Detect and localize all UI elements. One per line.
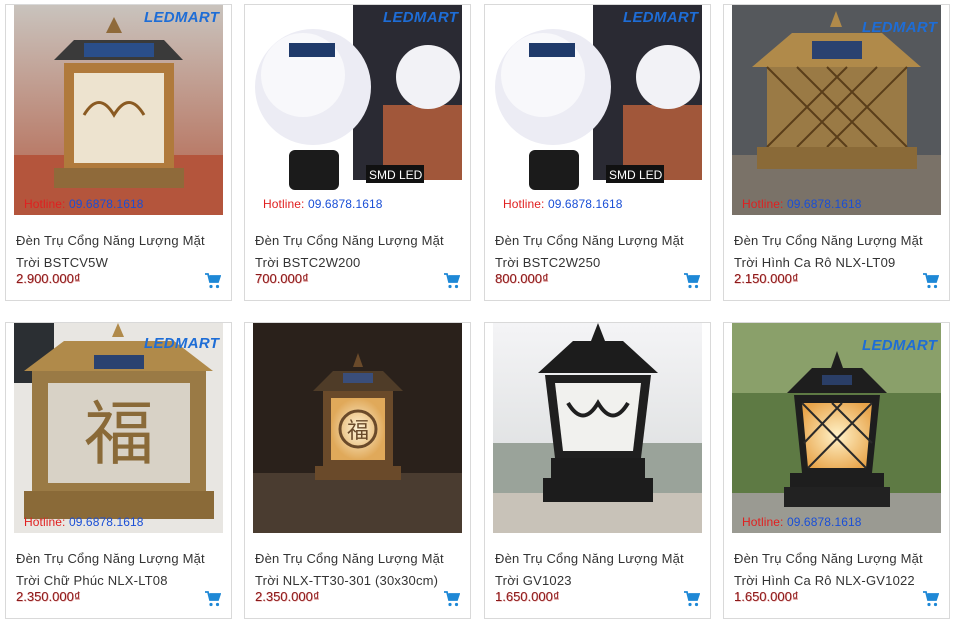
product-image[interactable]: 福	[253, 323, 462, 533]
product-title[interactable]: Đèn Trụ Cổng Năng Lượng Mặt Trời Chữ Phú…	[16, 548, 221, 592]
product-image[interactable]	[493, 323, 702, 533]
hotline-watermark: Hotline: 09.6878.1618	[263, 197, 383, 211]
product-image[interactable]: SMD LED LEDMART Hotline: 09.6878.1618	[253, 5, 462, 215]
product-price: 1.650.000₫	[734, 589, 799, 604]
product-image[interactable]: 福 LEDMART Hotline: 09.6878.1618	[14, 323, 223, 533]
product-price: 2.900.000₫	[16, 271, 81, 286]
product-title[interactable]: Đèn Trụ Cổng Năng Lượng Mặt Trời NLX-TT3…	[255, 548, 460, 592]
svg-text:福: 福	[347, 419, 369, 444]
product-image[interactable]: LEDMART Hotline: 09.6878.1618	[732, 323, 941, 533]
product-grid: LEDMART Hotline: 09.6878.1618 Đèn Trụ Cổ…	[0, 0, 957, 623]
product-image[interactable]: LEDMART Hotline: 09.6878.1618	[732, 5, 941, 215]
shopping-cart-icon[interactable]	[205, 591, 222, 607]
product-price: 2.150.000₫	[734, 271, 799, 286]
hotline-number: 09.6878.1618	[786, 197, 862, 211]
product-title[interactable]: Đèn Trụ Cổng Năng Lượng Mặt Trời GV1023	[495, 548, 700, 592]
watermark-logo: LEDMART	[862, 337, 938, 354]
svg-text:福: 福	[84, 393, 154, 475]
hotline-label: Hotline:	[742, 197, 784, 211]
hotline-label: Hotline:	[24, 515, 66, 529]
product-card[interactable]: SMD LED LEDMART Hotline: 09.6878.1618 Đè…	[244, 4, 471, 301]
product-price: 800.000₫	[495, 271, 549, 286]
watermark-logo: LEDMART	[623, 9, 699, 26]
product-price: 2.350.000₫	[255, 589, 320, 604]
hotline-label: Hotline:	[503, 197, 545, 211]
watermark-logo: LEDMART	[862, 19, 938, 36]
hotline-watermark: Hotline: 09.6878.1618	[24, 197, 144, 211]
hotline-watermark: Hotline: 09.6878.1618	[503, 197, 623, 211]
product-price: 700.000₫	[255, 271, 309, 286]
hotline-number: 09.6878.1618	[786, 515, 862, 529]
hotline-number: 09.6878.1618	[68, 515, 144, 529]
product-image[interactable]: LEDMART Hotline: 09.6878.1618	[14, 5, 223, 215]
hotline-label: Hotline:	[24, 197, 66, 211]
watermark-logo: LEDMART	[144, 335, 220, 352]
hotline-number: 09.6878.1618	[547, 197, 623, 211]
hotline-number: 09.6878.1618	[307, 197, 383, 211]
shopping-cart-icon[interactable]	[444, 273, 461, 289]
hotline-watermark: Hotline: 09.6878.1618	[742, 515, 862, 529]
smd-led-badge: SMD LED	[369, 168, 423, 182]
product-title[interactable]: Đèn Trụ Cổng Năng Lượng Mặt Trời BSTC2W2…	[255, 230, 460, 274]
product-image[interactable]: SMD LED LEDMART Hotline: 09.6878.1618	[493, 5, 702, 215]
shopping-cart-icon[interactable]	[205, 273, 222, 289]
product-card[interactable]: 福 LEDMART Hotline: 09.6878.1618 Đèn Trụ …	[5, 322, 232, 619]
shopping-cart-icon[interactable]	[923, 591, 940, 607]
watermark-logo: LEDMART	[383, 9, 459, 26]
product-card[interactable]: 福 Đèn Trụ Cổng Năng Lượng Mặt Trời NLX-T…	[244, 322, 471, 619]
product-price: 1.650.000₫	[495, 589, 560, 604]
hotline-watermark: Hotline: 09.6878.1618	[742, 197, 862, 211]
product-card[interactable]: LEDMART Hotline: 09.6878.1618 Đèn Trụ Cổ…	[5, 4, 232, 301]
product-card[interactable]: LEDMART Hotline: 09.6878.1618 Đèn Trụ Cổ…	[723, 322, 950, 619]
hotline-number: 09.6878.1618	[68, 197, 144, 211]
product-title[interactable]: Đèn Trụ Cổng Năng Lượng Mặt Trời BSTCV5W	[16, 230, 221, 274]
hotline-watermark: Hotline: 09.6878.1618	[24, 515, 144, 529]
smd-led-badge: SMD LED	[609, 168, 663, 182]
product-card[interactable]: LEDMART Hotline: 09.6878.1618 Đèn Trụ Cổ…	[723, 4, 950, 301]
product-title[interactable]: Đèn Trụ Cổng Năng Lượng Mặt Trời BSTC2W2…	[495, 230, 700, 274]
product-title[interactable]: Đèn Trụ Cổng Năng Lượng Mặt Trời Hình Ca…	[734, 230, 939, 274]
shopping-cart-icon[interactable]	[923, 273, 940, 289]
shopping-cart-icon[interactable]	[684, 273, 701, 289]
product-price: 2.350.000₫	[16, 589, 81, 604]
watermark-logo: LEDMART	[144, 9, 220, 26]
shopping-cart-icon[interactable]	[684, 591, 701, 607]
hotline-label: Hotline:	[742, 515, 784, 529]
product-card[interactable]: Đèn Trụ Cổng Năng Lượng Mặt Trời GV1023 …	[484, 322, 711, 619]
product-card[interactable]: SMD LED LEDMART Hotline: 09.6878.1618 Đè…	[484, 4, 711, 301]
shopping-cart-icon[interactable]	[444, 591, 461, 607]
hotline-label: Hotline:	[263, 197, 305, 211]
product-title[interactable]: Đèn Trụ Cổng Năng Lượng Mặt Trời Hình Ca…	[734, 548, 939, 592]
